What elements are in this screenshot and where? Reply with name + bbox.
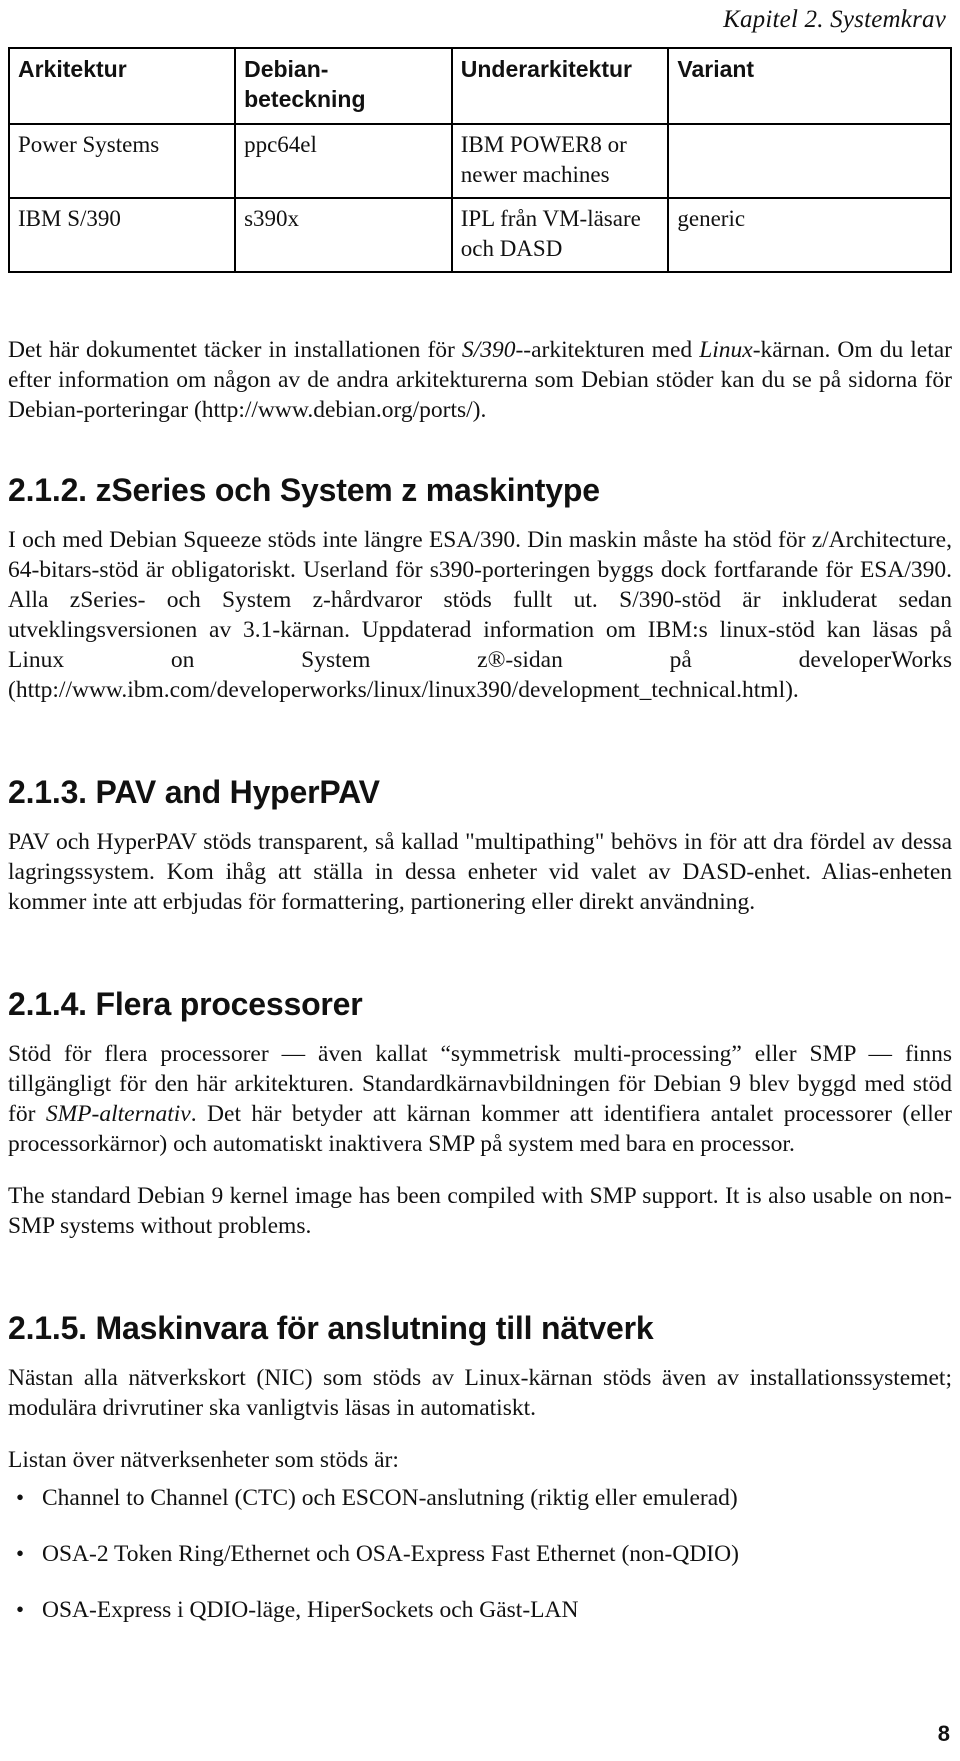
bullet-icon: • <box>16 1541 25 1566</box>
smp-paragraph-2: The standard Debian 9 kernel image has b… <box>8 1183 952 1239</box>
section-heading-flera-processorer: 2.1.4. Flera processorer <box>8 986 363 1022</box>
intro-emphasis-linux: Linux <box>699 337 753 363</box>
table-header-row: Arkitektur Debian-beteckning Underarkite… <box>7 47 952 125</box>
page-number: 8 <box>937 1721 950 1746</box>
list-item-label: OSA-2 Token Ring/Ethernet och OSA-Expres… <box>42 1541 739 1567</box>
section-heading-pav: 2.1.3. PAV and HyperPAV <box>8 774 380 810</box>
cell-beteckning: ppc64el <box>234 123 453 199</box>
intro-paragraph: Det här dokumentet täcker in installatio… <box>8 335 952 425</box>
smp-emphasis-alternativ: SMP-alternativ <box>45 1101 191 1127</box>
cell-arkitektur: Power Systems <box>7 123 237 199</box>
table-row: Power Systems ppc64el IBM POWER8 or newe… <box>7 123 952 199</box>
section-paragraph-pav: PAV och HyperPAV stöds transparent, så k… <box>8 829 952 915</box>
chapter-label: Kapitel 2. Systemkrav <box>723 6 946 33</box>
intro-emphasis-s390: S/390 <box>461 337 516 363</box>
list-item-label: Channel to Channel (CTC) och ESCON-anslu… <box>42 1485 738 1511</box>
intro-text-2: --arkitekturen med <box>515 337 700 363</box>
smp-paragraph-1: Stöd för flera processorer — även kallat… <box>8 1039 952 1159</box>
list-item: • OSA-Express i QDIO-läge, HiperSockets o… <box>8 1595 952 1625</box>
section-heading-natverk: 2.1.5. Maskinvara för anslutning till nä… <box>8 1310 654 1346</box>
column-header-debian-beteckning: Debian-beteckning <box>234 47 453 125</box>
document-page: Kapitel 2. Systemkrav Arkitektur Debian-… <box>0 0 960 1761</box>
section-heading-zseries: 2.1.2. zSeries och System z maskintype <box>8 472 600 508</box>
cell-variant <box>667 123 952 199</box>
table-row: IBM S/390 s390x IPL från VM-läsare och D… <box>7 197 952 273</box>
intro-text-1: Det här dokumentet täcker in installatio… <box>8 337 462 363</box>
architecture-table: Arkitektur Debian-beteckning Underarkite… <box>7 47 952 273</box>
bullet-icon: • <box>16 1597 25 1622</box>
cell-arkitektur: IBM S/390 <box>7 197 237 273</box>
network-paragraph-2: Listan över nätverksenheter som stöds är… <box>8 1447 399 1473</box>
list-item: • Channel to Channel (CTC) och ESCON-ansl… <box>8 1483 952 1513</box>
running-header: Kapitel 2. Systemkrav <box>8 0 952 40</box>
cell-variant: generic <box>667 197 952 273</box>
network-paragraph-1: Nästan alla nätverkskort (NIC) som stöds… <box>8 1365 952 1421</box>
column-header-arkitektur: Arkitektur <box>7 47 237 125</box>
cell-beteckning: s390x <box>234 197 453 273</box>
list-item-label: OSA-Express i QDIO-läge, HiperSockets oc… <box>42 1597 579 1623</box>
column-header-variant: Variant <box>667 47 952 125</box>
column-header-underarkitektur: Underarkitektur <box>450 47 670 125</box>
cell-underarkitektur: IPL från VM-läsare och DASD <box>450 197 670 273</box>
bullet-icon: • <box>16 1485 25 1510</box>
cell-underarkitektur: IBM POWER8 or newer machines <box>450 123 670 199</box>
list-item: • OSA-2 Token Ring/Ethernet och OSA-Expre… <box>8 1539 952 1569</box>
network-device-list: • Channel to Channel (CTC) och ESCON-ansl… <box>8 1483 952 1625</box>
section-paragraph-zseries: I och med Debian Squeeze stöds inte läng… <box>8 527 952 703</box>
